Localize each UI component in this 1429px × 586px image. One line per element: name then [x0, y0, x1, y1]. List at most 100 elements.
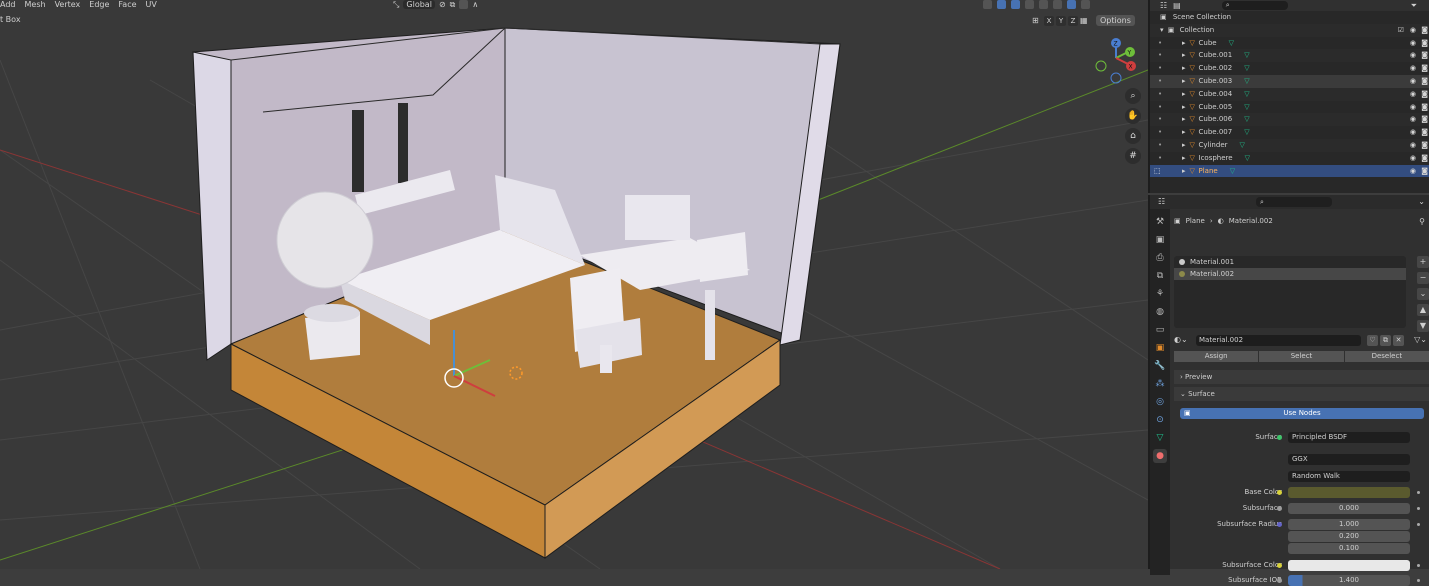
expand-icon[interactable]: ▸ [1182, 39, 1186, 47]
outliner-item-cube-003[interactable]: • ▸ ▽ Cube.003 ▽ ◉ ◙ [1150, 74, 1429, 88]
pivot-icon[interactable]: ⊘ [439, 0, 446, 9]
world-tab-icon[interactable]: ◍ [1153, 305, 1167, 319]
expand-icon[interactable]: ▸ [1182, 115, 1186, 123]
overlay-toggle-icon[interactable] [1011, 0, 1020, 9]
duplicate-icon[interactable]: ⧉ [1380, 335, 1391, 346]
outliner-item-cube-002[interactable]: • ▸ ▽ Cube.002 ▽ ◉ ◙ [1150, 62, 1429, 75]
menu-uv[interactable]: UV [146, 0, 157, 9]
tool-tab-icon[interactable]: ⚒ [1153, 215, 1167, 229]
mesh-data-icon[interactable]: ▽ [1244, 77, 1249, 85]
unlink-icon[interactable]: ✕ [1393, 335, 1404, 346]
menu-vertex[interactable]: Vertex [55, 0, 81, 9]
expand-icon[interactable]: ▸ [1182, 64, 1186, 72]
outliner-item-icosphere[interactable]: • ▸ ▽ Icosphere ▽ ◉ ◙ [1150, 152, 1429, 165]
camera-icon[interactable]: ◙ [1421, 126, 1428, 139]
outliner-item-cube-006[interactable]: • ▸ ▽ Cube.006 ▽ ◉ ◙ [1150, 113, 1429, 127]
object-tab-icon[interactable]: ▣ [1153, 341, 1167, 355]
subsurface-radius-x[interactable]: 1.000 [1288, 519, 1410, 530]
subsurface-ior-value[interactable]: 1.400 [1288, 575, 1410, 586]
mesh-data-icon[interactable]: ▽ [1244, 90, 1249, 98]
mesh-data-icon[interactable]: ▽ [1229, 39, 1234, 47]
expand-icon[interactable]: ▸ [1182, 167, 1186, 175]
camera-icon[interactable]: ◙ [1421, 152, 1428, 165]
mesh-data-icon[interactable]: ▽ [1244, 128, 1249, 136]
expand-icon[interactable]: ▸ [1182, 103, 1186, 111]
plant-icosphere[interactable] [276, 191, 374, 289]
mesh-data-icon[interactable]: ▽ [1244, 51, 1249, 59]
outliner-item-cylinder[interactable]: • ▸ ▽ Cylinder ▽ ◉ ◙ [1150, 138, 1429, 152]
keyframe-dot[interactable] [1417, 579, 1420, 582]
camera-icon[interactable]: ◙ [1421, 113, 1428, 126]
surface-shader-field[interactable]: Principled BSDF [1288, 432, 1410, 443]
mesh-data-icon[interactable]: ▽ [1244, 64, 1249, 72]
keyframe-dot[interactable] [1417, 523, 1420, 526]
subsurface-value[interactable]: 0.000 [1288, 503, 1410, 514]
menu-add[interactable]: Add [0, 0, 16, 9]
outliner-item-cube-004[interactable]: • ▸ ▽ Cube.004 ▽ ◉ ◙ [1150, 87, 1429, 101]
eye-icon[interactable]: ◉ [1410, 113, 1416, 126]
pan-hand-icon[interactable]: ✋ [1125, 108, 1141, 124]
snap-icon[interactable]: ⧉ [450, 0, 456, 9]
particles-tab-icon[interactable]: ⁂ [1153, 377, 1167, 391]
outliner-item-plane[interactable]: ⬚ ▸ ▽ Plane ▽ ◉ ◙ [1150, 164, 1429, 178]
constraints-tab-icon[interactable]: ⊙ [1153, 413, 1167, 427]
output-tab-icon[interactable]: ⎙ [1153, 251, 1167, 265]
material-browse-icon[interactable]: ◐⌄ [1174, 335, 1188, 344]
xray-icon[interactable] [1025, 0, 1034, 9]
render-tab-icon[interactable]: ▣ [1153, 233, 1167, 247]
physics-tab-icon[interactable]: ◎ [1153, 395, 1167, 409]
nav-gizmo-neg-z[interactable] [1110, 72, 1122, 84]
nav-gizmo-neg-y[interactable] [1095, 60, 1107, 72]
deselect-button[interactable]: Deselect [1344, 351, 1429, 362]
menu-mesh[interactable]: Mesh [25, 0, 46, 9]
expand-icon[interactable]: ▸ [1182, 128, 1186, 136]
material-name-field[interactable]: Material.002 [1196, 335, 1361, 346]
expand-icon[interactable]: ▸ [1182, 90, 1186, 98]
outliner-item-cube-005[interactable]: • ▸ ▽ Cube.005 ▽ ◉ ◙ [1150, 101, 1429, 114]
filter-icon[interactable]: ⏷ [1411, 1, 1417, 11]
camera-icon[interactable]: ◙ [1421, 139, 1428, 152]
camera-icon[interactable]: ◙ [1421, 88, 1428, 101]
outliner-item-cube-001[interactable]: • ▸ ▽ Cube.001 ▽ ◉ ◙ [1150, 49, 1429, 63]
outliner-item-cube[interactable]: • ▸ ▽ Cube ▽ ◉ ◙ [1150, 37, 1429, 50]
outliner-collection[interactable]: ▾ ▣ Collection ☑ ◉ ◙ [1150, 23, 1429, 37]
properties-search-input[interactable]: ⌕ [1256, 197, 1332, 207]
expand-icon[interactable]: ▸ [1182, 51, 1186, 59]
camera-icon[interactable]: ◙ [1421, 165, 1428, 178]
mesh-data-icon[interactable]: ▽ [1244, 103, 1249, 111]
eye-icon[interactable]: ◉ [1410, 101, 1416, 114]
distribution-dropdown[interactable]: GGX [1288, 454, 1410, 465]
mirror-z-button[interactable]: Z [1068, 15, 1078, 26]
falloff-icon[interactable]: ∧ [472, 0, 478, 9]
subsurface-color-swatch[interactable] [1288, 560, 1410, 571]
assign-button[interactable]: Assign [1174, 351, 1259, 362]
eye-icon[interactable]: ◉ [1410, 37, 1416, 50]
data-tab-icon[interactable]: ▽ [1153, 431, 1167, 445]
rendered-shading-icon[interactable] [1081, 0, 1090, 9]
eye-icon[interactable]: ◉ [1410, 139, 1416, 152]
material-link-icon[interactable]: ▽⌄ [1414, 335, 1427, 344]
display-mode-icon[interactable]: ▤ [1173, 1, 1181, 10]
eye-icon[interactable]: ◉ [1410, 88, 1416, 101]
fake-user-icon[interactable]: ♡ [1367, 335, 1378, 346]
select-button[interactable]: Select [1259, 351, 1344, 362]
mesh-data-icon[interactable]: ▽ [1244, 115, 1249, 123]
expand-icon[interactable]: ▸ [1182, 141, 1186, 149]
move-slot-down-button[interactable]: ▼ [1417, 320, 1429, 332]
outliner-search-input[interactable]: ⌕ [1221, 1, 1288, 10]
gizmo-toggle-icon[interactable] [997, 0, 1006, 9]
editor-type-icon[interactable]: ☷ [1160, 1, 1167, 10]
outliner-scene-collection[interactable]: ▣ Scene Collection [1150, 11, 1429, 24]
view-layer-tab-icon[interactable]: ⧉ [1153, 269, 1167, 283]
keyframe-dot[interactable] [1417, 491, 1420, 494]
camera-icon[interactable]: ◙ [1421, 24, 1428, 37]
material-tab-icon[interactable]: ● [1153, 449, 1167, 463]
solid-shading-icon[interactable] [1053, 0, 1062, 9]
wireframe-shading-icon[interactable] [1039, 0, 1048, 9]
outliner-item-cube-007[interactable]: • ▸ ▽ Cube.007 ▽ ◉ ◙ [1150, 126, 1429, 139]
mesh-data-icon[interactable]: ▽ [1240, 141, 1245, 149]
chevron-down-icon[interactable]: ⌄ [1418, 197, 1425, 206]
remove-slot-button[interactable]: − [1417, 272, 1429, 284]
orientation-dropdown[interactable]: Global [403, 0, 435, 9]
options-button[interactable]: Options [1096, 15, 1135, 26]
